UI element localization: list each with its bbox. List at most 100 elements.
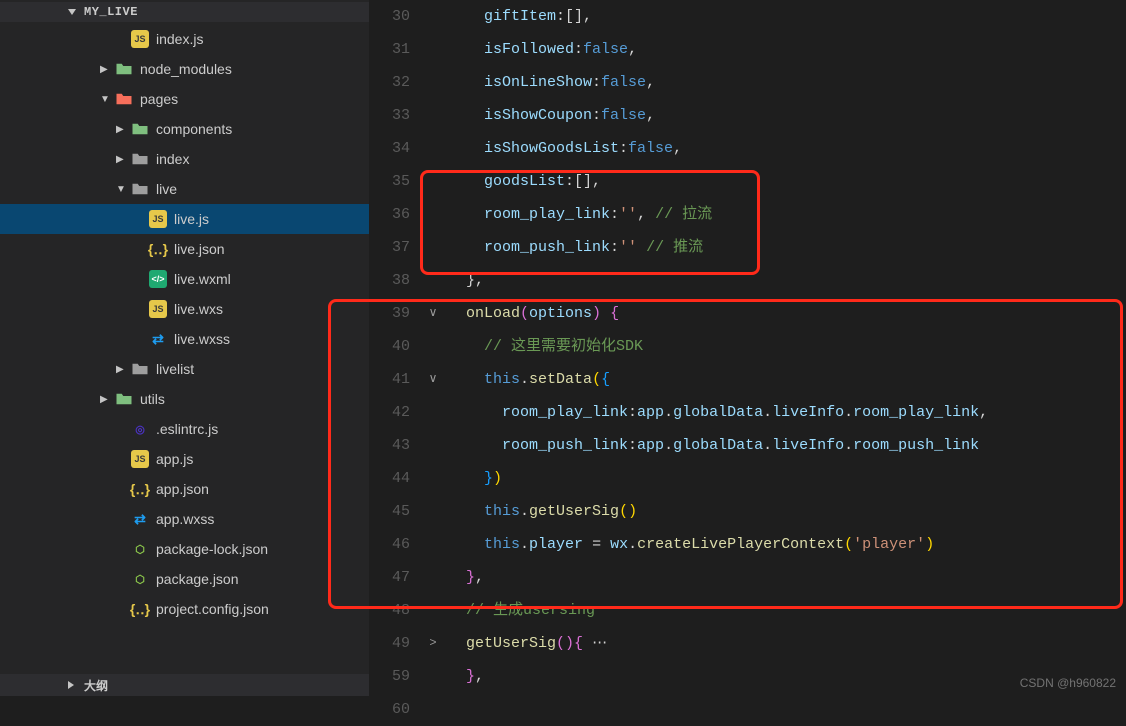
fold-toggle xyxy=(424,660,442,693)
line-number-gutter: 3031323334353637383940414243444546474849… xyxy=(370,0,424,696)
code-line[interactable]: goodsList:[], xyxy=(448,165,1126,198)
tree-item-label: app.js xyxy=(156,451,369,467)
code-line[interactable]: room_play_link:app.globalData.liveInfo.r… xyxy=(448,396,1126,429)
line-number: 30 xyxy=(370,0,410,33)
tree-item[interactable]: ▶{‥}live.json xyxy=(0,234,369,264)
code-line[interactable]: }, xyxy=(448,264,1126,297)
code-line[interactable]: this.player = wx.createLivePlayerContext… xyxy=(448,528,1126,561)
tree-item-label: .eslintrc.js xyxy=(156,421,369,437)
tree-item-label: components xyxy=(156,121,369,137)
tree-item[interactable]: ▼live xyxy=(0,174,369,204)
fold-toggle xyxy=(424,33,442,66)
tree-item-label: package-lock.json xyxy=(156,541,369,557)
code-line[interactable]: }, xyxy=(448,561,1126,594)
fold-toggle[interactable]: ∨ xyxy=(424,363,442,396)
fold-toggle xyxy=(424,429,442,462)
code-line[interactable]: room_play_link:'', // 拉流 xyxy=(448,198,1126,231)
eslint-file-icon: ◎ xyxy=(131,420,149,438)
code-area[interactable]: giftItem:[], isFollowed:false, isOnLineS… xyxy=(442,0,1126,696)
fold-toggle xyxy=(424,330,442,363)
fold-toggle xyxy=(424,594,442,627)
tree-item[interactable]: ▶{‥}project.config.json xyxy=(0,594,369,624)
tree-item[interactable]: ▶JSlive.wxs xyxy=(0,294,369,324)
code-line[interactable]: onLoad(options) { xyxy=(448,297,1126,330)
fold-column[interactable]: ∨ ∨ > xyxy=(424,0,442,696)
chevron-icon: ▶ xyxy=(100,64,108,75)
tree-item[interactable]: ▶◎.eslintrc.js xyxy=(0,414,369,444)
line-number: 42 xyxy=(370,396,410,429)
line-number: 45 xyxy=(370,495,410,528)
fold-toggle xyxy=(424,396,442,429)
json-file-icon: {‥} xyxy=(131,600,149,618)
tree-item[interactable]: ▶JSlive.js xyxy=(0,204,369,234)
node-file-icon: ⬡ xyxy=(131,540,149,558)
chevron-icon: ▼ xyxy=(100,94,108,105)
tree-item[interactable]: ▶JSapp.js xyxy=(0,444,369,474)
tree-item-label: app.json xyxy=(156,481,369,497)
code-line[interactable]: // 这里需要初始化SDK xyxy=(448,330,1126,363)
tree-item-label: utils xyxy=(140,391,369,407)
tree-item-label: live.wxss xyxy=(174,331,369,347)
tree-item[interactable]: ▶node_modules xyxy=(0,54,369,84)
fold-toggle xyxy=(424,528,442,561)
line-number: 41 xyxy=(370,363,410,396)
line-number: 40 xyxy=(370,330,410,363)
code-line[interactable]: isOnLineShow:false, xyxy=(448,66,1126,99)
code-line[interactable]: this.setData({ xyxy=(448,363,1126,396)
code-line[interactable]: isShowCoupon:false, xyxy=(448,99,1126,132)
tree-item-label: live.json xyxy=(174,241,369,257)
tree-item[interactable]: ▶index xyxy=(0,144,369,174)
explorer-section-header[interactable]: MY_LIVE xyxy=(0,2,369,22)
fold-toggle xyxy=(424,0,442,33)
watermark: CSDN @h960822 xyxy=(1020,676,1116,690)
tree-item-label: livelist xyxy=(156,361,369,377)
chevron-icon: ▶ xyxy=(116,364,124,375)
folder-icon xyxy=(131,150,149,168)
fold-toggle xyxy=(424,561,442,594)
fold-toggle xyxy=(424,495,442,528)
wxss-file-icon: ⇄ xyxy=(149,330,167,348)
tree-item[interactable]: ▶⬡package-lock.json xyxy=(0,534,369,564)
code-line[interactable]: this.getUserSig() xyxy=(448,495,1126,528)
code-line[interactable]: room_push_link:app.globalData.liveInfo.r… xyxy=(448,429,1126,462)
code-line[interactable]: isFollowed:false, xyxy=(448,33,1126,66)
line-number: 46 xyxy=(370,528,410,561)
tree-item[interactable]: ▶ utils xyxy=(0,384,369,414)
fold-toggle[interactable]: > xyxy=(424,627,442,660)
code-line[interactable]: room_push_link:'' // 推流 xyxy=(448,231,1126,264)
chevron-icon: ▼ xyxy=(116,184,124,195)
fold-toggle xyxy=(424,99,442,132)
file-explorer-sidebar: MY_LIVE ▶JSindex.js▶node_modules▼pages▶c… xyxy=(0,0,370,696)
tree-item[interactable]: ▶⬡package.json xyxy=(0,564,369,594)
fold-toggle[interactable]: ∨ xyxy=(424,297,442,330)
folder-icon xyxy=(131,360,149,378)
line-number: 49 xyxy=(370,627,410,660)
chevron-icon: ▶ xyxy=(100,394,108,405)
folder-icon xyxy=(115,90,133,108)
tree-item[interactable]: ▶</>live.wxml xyxy=(0,264,369,294)
js-file-icon: JS xyxy=(149,300,167,318)
code-line[interactable]: getUserSig(){ ⋯ xyxy=(448,627,1126,660)
tree-item[interactable]: ▶⇄app.wxss xyxy=(0,504,369,534)
code-line[interactable]: giftItem:[], xyxy=(448,0,1126,33)
code-line[interactable]: // 生成usersing xyxy=(448,594,1126,627)
outline-section-header[interactable]: 大纲 xyxy=(0,674,369,696)
folder-icon xyxy=(131,180,149,198)
tree-item-label: pages xyxy=(140,91,369,107)
line-number: 38 xyxy=(370,264,410,297)
tree-item[interactable]: ▶JSindex.js xyxy=(0,24,369,54)
code-line[interactable]: isShowGoodsList:false, xyxy=(448,132,1126,165)
code-line[interactable]: }) xyxy=(448,462,1126,495)
code-line[interactable] xyxy=(448,693,1126,726)
tree-item[interactable]: ▶ livelist xyxy=(0,354,369,384)
wxss-file-icon: ⇄ xyxy=(131,510,149,528)
fold-toggle xyxy=(424,462,442,495)
folder-icon xyxy=(115,390,133,408)
line-number: 33 xyxy=(370,99,410,132)
line-number: 36 xyxy=(370,198,410,231)
tree-item[interactable]: ▶{‥}app.json xyxy=(0,474,369,504)
tree-item[interactable]: ▼ pages xyxy=(0,84,369,114)
tree-item[interactable]: ▶⇄live.wxss xyxy=(0,324,369,354)
tree-item[interactable]: ▶components xyxy=(0,114,369,144)
code-editor[interactable]: 3031323334353637383940414243444546474849… xyxy=(370,0,1126,696)
